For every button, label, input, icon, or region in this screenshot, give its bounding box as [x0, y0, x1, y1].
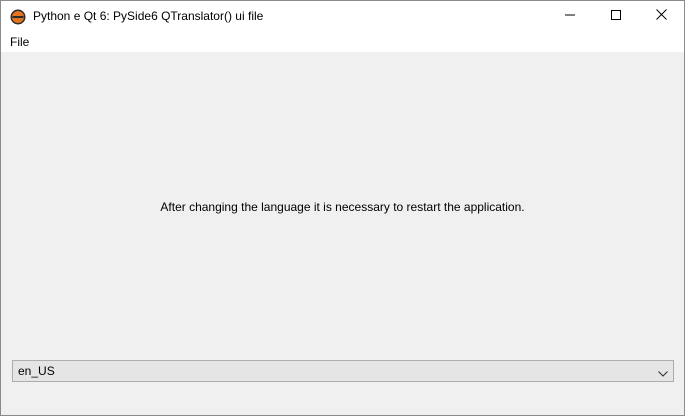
language-combobox-value: en_US [18, 364, 55, 378]
menu-file[interactable]: File [4, 33, 35, 51]
close-icon [655, 9, 667, 23]
maximize-icon [611, 9, 621, 23]
language-combobox[interactable]: en_US [12, 360, 674, 382]
central-widget: After changing the language it is necess… [1, 52, 684, 415]
close-button[interactable] [638, 1, 684, 31]
window-title: Python e Qt 6: PySide6 QTranslator() ui … [33, 9, 264, 23]
python-qt-logo-icon [10, 9, 26, 25]
maximize-button[interactable] [593, 1, 639, 31]
restart-info-label: After changing the language it is necess… [160, 200, 525, 214]
minimize-icon [565, 9, 575, 23]
title-bar[interactable]: Python e Qt 6: PySide6 QTranslator() ui … [1, 1, 684, 32]
chevron-down-icon [658, 367, 668, 377]
minimize-button[interactable] [547, 1, 593, 31]
menu-bar: File [1, 32, 684, 52]
app-window: Python e Qt 6: PySide6 QTranslator() ui … [0, 0, 685, 416]
